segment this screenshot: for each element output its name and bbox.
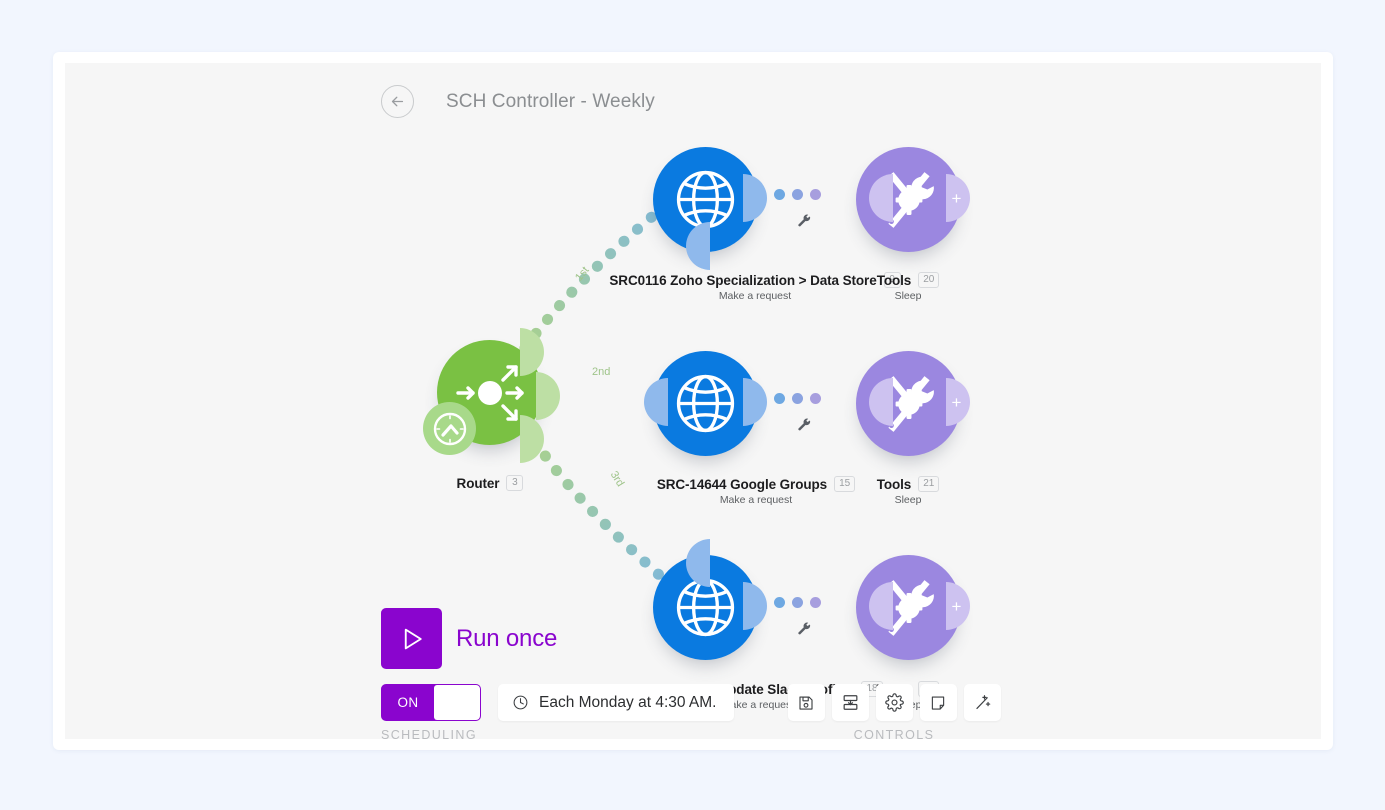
router-badge: 3 bbox=[506, 475, 524, 491]
run-once-row: Run once bbox=[381, 608, 1001, 669]
module-label-tools-2: Tools 21 Sleep bbox=[848, 476, 968, 506]
module-title: SRC0116 Zoho Specialization > Data Store bbox=[609, 272, 877, 288]
save-floppy-icon bbox=[799, 695, 813, 710]
align-import-button[interactable] bbox=[831, 684, 869, 721]
schedule-spacer-caption bbox=[498, 728, 734, 739]
tools-2-add-next-button[interactable]: + bbox=[946, 378, 970, 426]
back-button[interactable] bbox=[381, 85, 414, 118]
module-badge: 21 bbox=[918, 476, 940, 492]
module-subtitle: Sleep bbox=[894, 290, 922, 302]
page-title: SCH Controller - Weekly bbox=[446, 90, 655, 112]
add-module-plus-label: + bbox=[951, 188, 962, 208]
router-title: Router bbox=[456, 475, 500, 491]
controls-icon-bar bbox=[787, 684, 1001, 721]
scenario-canvas[interactable]: SCH Controller - Weekly 1st 2nd 3rd Rout… bbox=[65, 63, 1321, 739]
magic-wand-icon bbox=[975, 695, 990, 710]
scheduling-toggle-state: ON bbox=[397, 695, 419, 710]
run-once-button[interactable] bbox=[381, 608, 442, 669]
gear-icon bbox=[884, 693, 904, 712]
router-label: Router 3 bbox=[430, 475, 550, 491]
wrench-icon bbox=[798, 418, 811, 431]
schedule-text: Each Monday at 4:30 AM. bbox=[539, 693, 717, 711]
scheduling-toggle-knob bbox=[434, 685, 480, 720]
router-out-leaf-mid bbox=[536, 372, 560, 420]
schedule-settings-button[interactable]: Each Monday at 4:30 AM. bbox=[498, 684, 734, 721]
globe-icon bbox=[676, 374, 735, 433]
scheduling-group: ON SCHEDULING bbox=[381, 684, 481, 739]
scheduling-toggle[interactable]: ON bbox=[381, 684, 481, 721]
clock-icon bbox=[513, 695, 528, 710]
editor-bottom-bar: Run once ON SCHEDULING Each Monday at 4:… bbox=[381, 608, 1001, 739]
module-title: Tools bbox=[876, 272, 912, 288]
note-icon bbox=[931, 695, 945, 710]
router-schedule-badge[interactable] bbox=[423, 402, 476, 455]
tools-1-add-next-button[interactable]: + bbox=[946, 174, 970, 222]
module-title: SRC-14644 Google Groups bbox=[656, 476, 828, 492]
route-ordinal-2: 2nd bbox=[592, 366, 611, 378]
globe-1-wrench-icon[interactable] bbox=[797, 213, 812, 233]
router-out-leaf-bot bbox=[520, 415, 544, 463]
globe-2-out-leaf bbox=[743, 378, 767, 426]
align-import-icon bbox=[843, 695, 857, 710]
notes-button[interactable] bbox=[919, 684, 957, 721]
module-badge: 20 bbox=[918, 272, 940, 288]
run-once-label: Run once bbox=[456, 624, 558, 652]
module-subtitle: Sleep bbox=[894, 494, 922, 506]
controls-row: ON SCHEDULING Each Monday at 4:30 AM. CO… bbox=[381, 684, 1001, 739]
router-out-leaf-top bbox=[520, 328, 544, 376]
auto-align-button[interactable] bbox=[963, 684, 1001, 721]
globe-3-to-tools-dots bbox=[774, 597, 821, 608]
globe-2-wrench-icon[interactable] bbox=[797, 417, 812, 437]
scenario-editor-card: SCH Controller - Weekly 1st 2nd 3rd Rout… bbox=[53, 52, 1333, 750]
clock-icon bbox=[433, 412, 466, 445]
module-title: Tools bbox=[876, 476, 912, 492]
globe-2-to-tools-dots bbox=[774, 393, 821, 404]
play-icon bbox=[404, 628, 422, 649]
globe-1-to-tools-dots bbox=[774, 189, 821, 200]
globe-1-out-leaf bbox=[743, 174, 767, 222]
arrow-left-icon bbox=[391, 96, 404, 107]
settings-button[interactable] bbox=[875, 684, 913, 721]
scheduling-caption: SCHEDULING bbox=[381, 728, 477, 739]
controls-caption: CONTROLS bbox=[853, 728, 935, 739]
module-label-tools-1: Tools 20 Sleep bbox=[848, 272, 968, 302]
schedule-group: Each Monday at 4:30 AM. bbox=[498, 684, 734, 739]
editor-header: SCH Controller - Weekly bbox=[381, 85, 655, 118]
add-module-plus-label: + bbox=[951, 392, 962, 412]
controls-group: CONTROLS bbox=[787, 684, 1001, 739]
wrench-icon bbox=[798, 214, 811, 227]
globe-2-in-leaf bbox=[644, 378, 668, 426]
save-button[interactable] bbox=[787, 684, 825, 721]
